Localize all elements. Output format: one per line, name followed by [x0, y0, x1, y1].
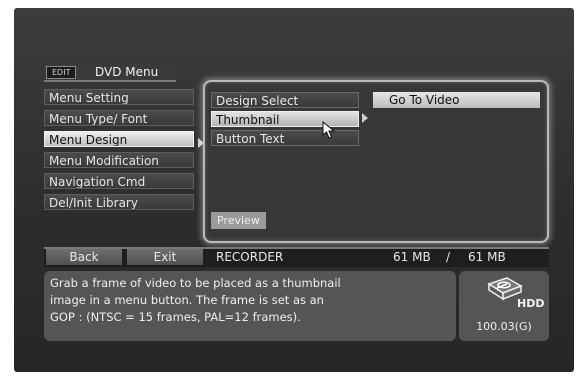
menu-item-menu-design[interactable]: Menu Design [44, 131, 194, 147]
go-to-video-option[interactable]: Go To Video [373, 92, 540, 108]
exit-button[interactable]: Exit [127, 249, 203, 265]
description-line: GOP : (NTSC = 15 frames, PAL=12 frames). [50, 310, 301, 324]
back-button[interactable]: Back [46, 249, 122, 265]
menu-item-menu-type-font[interactable]: Menu Type/ Font [44, 110, 194, 126]
description-line: Grab a frame of video to be placed as a … [50, 276, 341, 290]
mouse-cursor-icon [322, 121, 336, 139]
preview-button[interactable]: Preview [211, 212, 266, 229]
space-separator: / [446, 250, 451, 264]
page-title: DVD Menu [95, 65, 159, 79]
submenu-item-thumbnail[interactable]: Thumbnail [211, 111, 359, 127]
description-line: image in a menu button. The frame is set… [50, 293, 324, 307]
menu-item-navigation-cmd[interactable]: Navigation Cmd [44, 173, 194, 189]
breadcrumb: EDIT DVD Menu [44, 64, 176, 82]
edit-badge: EDIT [46, 66, 77, 79]
submenu-arrow-icon [362, 113, 368, 123]
menu-item-menu-setting[interactable]: Menu Setting [44, 89, 194, 105]
hdd-status: HDD 100.03(G) [459, 271, 549, 341]
description-box: Grab a frame of video to be placed as a … [44, 271, 456, 341]
submenu-item-design-select[interactable]: Design Select [211, 92, 359, 108]
used-space: 61 MB [393, 250, 431, 264]
menu-item-del-init-library[interactable]: Del/Init Library [44, 194, 194, 210]
hdd-label: HDD [517, 297, 545, 310]
submenu-item-button-text[interactable]: Button Text [211, 130, 359, 146]
menu-item-menu-modification[interactable]: Menu Modification [44, 152, 194, 168]
source-label: RECORDER [216, 250, 284, 264]
total-space: 61 MB [468, 250, 506, 264]
hdd-capacity: 100.03(G) [476, 320, 532, 333]
